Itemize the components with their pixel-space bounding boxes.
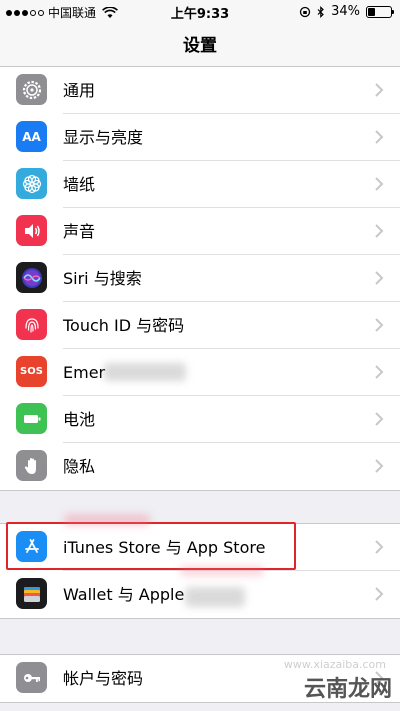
blurred-mark xyxy=(180,566,264,576)
settings-row-label: 显示与亮度 xyxy=(63,128,144,147)
settings-row-touch-id[interactable]: Touch ID 与密码 xyxy=(0,302,400,349)
blurred-mark xyxy=(64,514,150,526)
nav-bar: 设置 xyxy=(0,24,400,68)
chevron-right-icon xyxy=(375,318,384,332)
blurred-text xyxy=(185,587,245,607)
blurred-text xyxy=(104,363,186,381)
chevron-right-icon xyxy=(375,365,384,379)
chevron-right-icon xyxy=(375,177,384,191)
settings-row-label: Wallet 与 Apple xyxy=(63,585,185,604)
settings-row-label: 电池 xyxy=(63,410,96,429)
hand-icon xyxy=(16,450,47,481)
status-bar: 中国联通 上午9:33 34% xyxy=(0,0,400,24)
chevron-right-icon xyxy=(375,130,384,144)
battery-percent: 34% xyxy=(331,4,360,19)
bluetooth-icon xyxy=(317,5,324,18)
flower-icon xyxy=(16,168,47,199)
sos-icon: SOS xyxy=(16,356,47,387)
chevron-right-icon xyxy=(375,412,384,426)
chevron-right-icon xyxy=(375,459,384,473)
wallet-icon xyxy=(16,578,47,609)
rotation-lock-icon xyxy=(299,6,311,17)
chevron-right-icon xyxy=(375,271,384,285)
settings-row-privacy[interactable]: 隐私 xyxy=(0,443,400,490)
gear-icon xyxy=(16,74,47,105)
settings-row-display[interactable]: AA 显示与亮度 xyxy=(0,114,400,161)
settings-row-label: Touch ID 与密码 xyxy=(63,316,185,335)
settings-row-emergency-sos[interactable]: SOS Emer xyxy=(0,349,400,396)
chevron-right-icon xyxy=(375,587,384,601)
settings-row-label: 隐私 xyxy=(63,457,96,476)
text-size-icon: AA xyxy=(16,121,47,152)
status-right: 34% xyxy=(299,4,394,19)
chevron-right-icon xyxy=(375,224,384,238)
sos-glyph: SOS xyxy=(20,366,43,377)
settings-row-label: 声音 xyxy=(63,222,96,241)
settings-group-main: 通用 AA 显示与亮度 墙纸 声音 Siri 与搜索 Touch ID 与密码 … xyxy=(0,66,400,491)
chevron-right-icon xyxy=(375,540,384,554)
settings-row-label: 通用 xyxy=(63,81,96,100)
settings-row-label: 墙纸 xyxy=(63,175,96,194)
watermark-brand: 云南龙网 xyxy=(303,677,392,702)
settings-row-battery[interactable]: 电池 xyxy=(0,396,400,443)
fingerprint-icon xyxy=(16,309,47,340)
key-icon xyxy=(16,662,47,693)
battery-level-fill xyxy=(368,7,376,16)
settings-row-label: Siri 与搜索 xyxy=(63,269,142,288)
speaker-icon xyxy=(16,215,47,246)
siri-icon xyxy=(16,262,47,293)
battery-icon xyxy=(366,5,394,18)
settings-row-sounds[interactable]: 声音 xyxy=(0,208,400,255)
battery-icon xyxy=(16,403,47,434)
chevron-right-icon xyxy=(375,83,384,97)
highlight-annotation-box xyxy=(6,522,296,570)
settings-row-label: 帐户与密码 xyxy=(63,669,144,688)
settings-row-wallpaper[interactable]: 墙纸 xyxy=(0,161,400,208)
settings-row-general[interactable]: 通用 xyxy=(0,67,400,114)
watermark-faint: www.xiazaiba.com xyxy=(283,658,386,671)
page-title: 设置 xyxy=(183,36,217,56)
settings-row-siri[interactable]: Siri 与搜索 xyxy=(0,255,400,302)
text-size-glyph: AA xyxy=(22,129,41,144)
settings-row-label: Emer xyxy=(63,363,106,382)
